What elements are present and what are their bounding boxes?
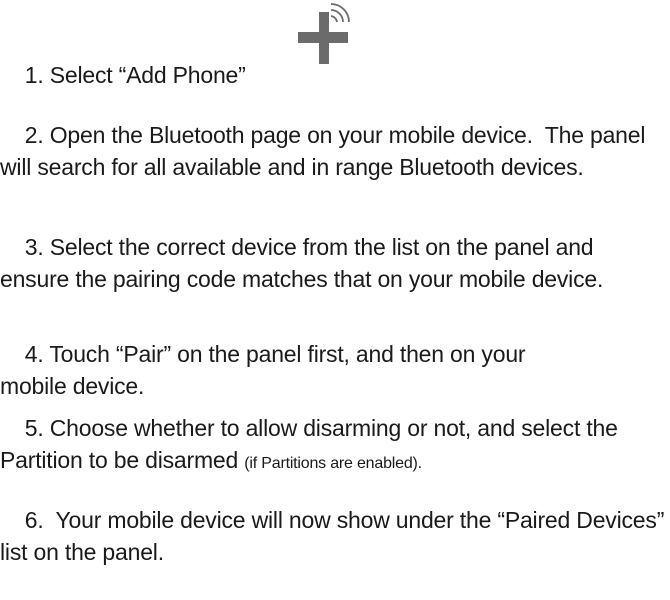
- add-phone-icon: [298, 3, 350, 64]
- step-6: 6. Your mobile device will now show unde…: [0, 472, 665, 600]
- step-2-text: 2. Open the Bluetooth page on your mobil…: [0, 122, 652, 180]
- step-6-text: 6. Your mobile device will now show unde…: [0, 507, 670, 565]
- step-1-text: 1. Select “Add Phone”: [24, 62, 246, 88]
- step-3-text: 3. Select the correct device from the li…: [0, 234, 604, 292]
- step-2: 2. Open the Bluetooth page on your mobil…: [0, 87, 650, 215]
- step-5-note: (if Partitions are enabled).: [244, 455, 422, 472]
